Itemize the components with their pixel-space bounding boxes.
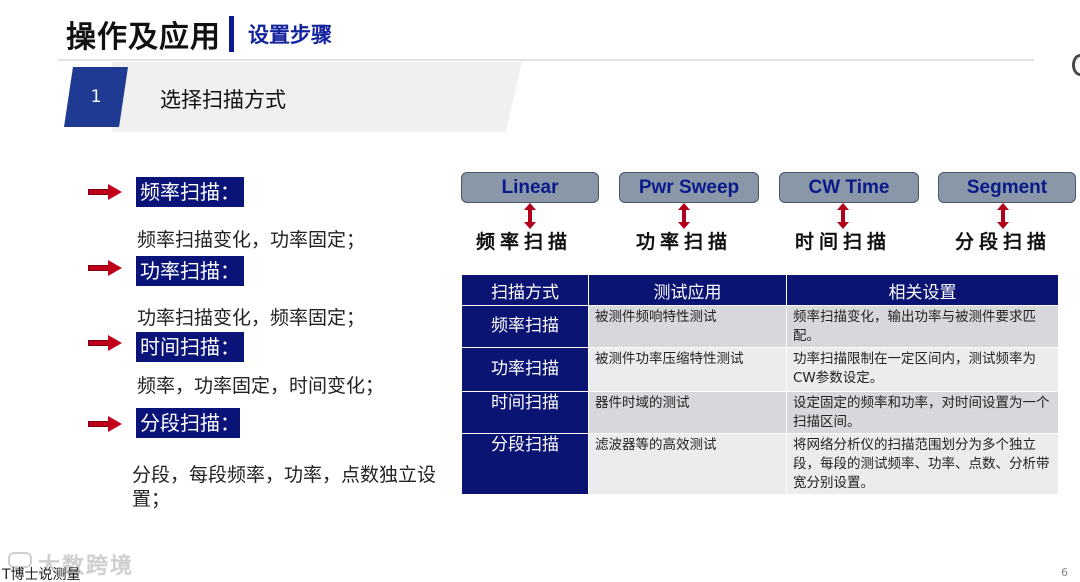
mode-button-segment[interactable]: Segment: [938, 172, 1076, 203]
step-number-badge: 1: [64, 67, 128, 127]
table-header-settings: 相关设置: [786, 274, 1059, 306]
sweep-label-frequency: 频率扫描：: [136, 177, 244, 207]
table-row: 分段扫描 滤波器等的高效测试 将网络分析仪的扫描范围划分为多个独立段，每段的测试…: [461, 433, 1059, 495]
sweep-label-power: 功率扫描：: [136, 256, 244, 286]
red-arrow-icon: [88, 260, 122, 276]
table-cell-application: 滤波器等的高效测试: [588, 433, 787, 495]
step-title: 选择扫描方式: [160, 88, 286, 112]
sweep-desc-time: 频率，功率固定，时间变化；: [137, 375, 385, 397]
mode-label-frequency: 频率扫描: [476, 231, 573, 253]
table-cell-application: 被测件功率压缩特性测试: [588, 347, 787, 392]
page-title: 操作及应用: [66, 20, 221, 55]
table-header-row: 扫描方式 测试应用 相关设置: [461, 274, 1059, 306]
table-cell-settings: 频率扫描变化，输出功率与被测件要求匹配。: [786, 305, 1059, 348]
mode-label-power: 功率扫描: [636, 231, 733, 253]
double-arrow-icon: [524, 203, 536, 229]
red-arrow-icon: [88, 335, 122, 351]
double-arrow-icon: [837, 203, 849, 229]
sweep-label-time: 时间扫描：: [136, 332, 244, 362]
red-arrow-icon: [88, 416, 122, 432]
sweep-desc-power: 功率扫描变化，频率固定；: [137, 307, 366, 329]
page-subtitle: 设置步骤: [248, 23, 332, 47]
footer-source: T博士说测量: [2, 567, 81, 582]
table-cell-mode: 频率扫描: [461, 305, 589, 348]
table-row: 频率扫描 被测件频响特性测试 频率扫描变化，输出功率与被测件要求匹配。: [461, 305, 1059, 348]
double-arrow-icon: [678, 203, 690, 229]
sweep-desc-frequency: 频率扫描变化，功率固定；: [137, 229, 366, 251]
table-row: 时间扫描 器件时域的测试 设定固定的频率和功率，对时间设置为一个扫描区间。: [461, 391, 1059, 434]
mode-button-cw-time[interactable]: CW Time: [779, 172, 919, 203]
table-cell-mode: 分段扫描: [461, 433, 589, 495]
table-row: 功率扫描 被测件功率压缩特性测试 功率扫描限制在一定区间内，测试频率为CW参数设…: [461, 347, 1059, 392]
table-cell-settings: 将网络分析仪的扫描范围划分为多个独立段，每段的测试频率、功率、点数、分析带宽分别…: [786, 433, 1059, 495]
sweep-mode-table: 扫描方式 测试应用 相关设置 频率扫描 被测件频响特性测试 频率扫描变化，输出功…: [461, 274, 1059, 495]
table-header-application: 测试应用: [588, 274, 787, 306]
mode-button-pwr-sweep[interactable]: Pwr Sweep: [619, 172, 759, 203]
header-rule: [58, 59, 1034, 61]
sweep-label-segment: 分段扫描：: [136, 408, 240, 438]
double-arrow-icon: [997, 203, 1009, 229]
page-number: 6: [1061, 566, 1068, 579]
mode-label-segment: 分段扫描: [955, 231, 1052, 253]
title-divider: [229, 16, 234, 52]
mode-label-time: 时间扫描: [795, 231, 892, 253]
mode-button-linear[interactable]: Linear: [461, 172, 599, 203]
edge-circle-decoration: [1072, 54, 1080, 76]
table-cell-application: 器件时域的测试: [588, 391, 787, 434]
table-cell-settings: 设定固定的频率和功率，对时间设置为一个扫描区间。: [786, 391, 1059, 434]
table-cell-application: 被测件频响特性测试: [588, 305, 787, 348]
table-cell-mode: 时间扫描: [461, 391, 589, 434]
table-cell-mode: 功率扫描: [461, 347, 589, 392]
red-arrow-icon: [88, 184, 122, 200]
sweep-desc-segment: 分段，每段频率，功率，点数独立设置；: [132, 464, 437, 510]
table-cell-settings: 功率扫描限制在一定区间内，测试频率为CW参数设定。: [786, 347, 1059, 392]
table-header-mode: 扫描方式: [461, 274, 589, 306]
